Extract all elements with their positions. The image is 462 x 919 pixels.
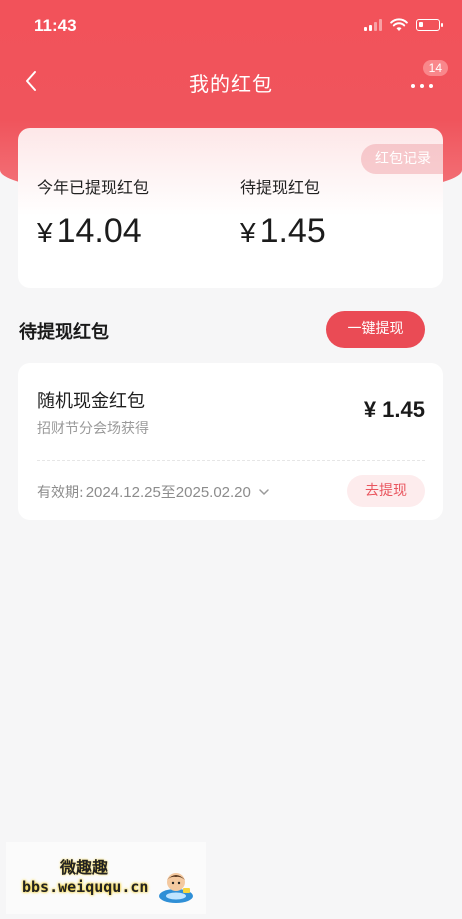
withdraw-button[interactable]: 去提现	[347, 475, 425, 507]
packet-source: 招财节分会场获得	[37, 421, 149, 437]
pending-label: 待提现红包	[240, 178, 321, 197]
one-click-withdraw-button[interactable]: 一键提现	[326, 311, 425, 348]
validity-toggle[interactable]: 有效期: 2024.12.25至2025.02.20	[37, 481, 271, 502]
pending-amount: ¥1.45	[240, 212, 326, 251]
status-icons	[364, 18, 443, 32]
validity-dates: 2024.12.25至2025.02.20	[85, 484, 251, 501]
wifi-icon	[390, 18, 408, 31]
withdrawn-amount: ¥14.04	[37, 212, 149, 251]
currency-symbol: ¥	[37, 217, 53, 248]
validity-label: 有效期:	[37, 484, 84, 501]
summary-card: 红包记录 今年已提现红包 ¥14.04 待提现红包 ¥1.45	[18, 128, 443, 288]
record-button[interactable]: 红包记录	[361, 144, 443, 174]
divider	[37, 460, 425, 461]
watermark-title: 微趣趣	[60, 858, 109, 877]
mascot-icon	[159, 873, 193, 903]
page-title: 我的红包	[189, 72, 273, 96]
currency-symbol: ¥	[240, 217, 256, 248]
status-time: 11:43	[34, 16, 77, 35]
nav-bar: 我的红包 14	[0, 54, 462, 108]
notification-badge: 14	[422, 60, 448, 76]
list-item: 随机现金红包 招财节分会场获得 ¥ 1.45 有效期: 2024.12.25至2…	[18, 363, 443, 520]
packet-name: 随机现金红包	[37, 391, 145, 412]
packet-amount: ¥ 1.45	[363, 397, 425, 422]
withdrawn-value: 14.04	[56, 212, 142, 250]
watermark: 微趣趣 bbs.weiququ.cn	[6, 842, 206, 914]
section-title: 待提现红包	[19, 322, 109, 343]
pending-stat: 待提现红包 ¥1.45	[240, 174, 326, 251]
signal-icon	[364, 19, 382, 31]
chevron-down-icon	[259, 488, 269, 495]
pending-value: 1.45	[259, 212, 326, 250]
watermark-url: bbs.weiququ.cn	[22, 878, 149, 896]
withdrawn-label: 今年已提现红包	[37, 178, 150, 197]
status-bar: 11:43	[0, 0, 462, 54]
withdrawn-stat: 今年已提现红包 ¥14.04	[37, 174, 149, 251]
battery-icon	[416, 19, 443, 31]
